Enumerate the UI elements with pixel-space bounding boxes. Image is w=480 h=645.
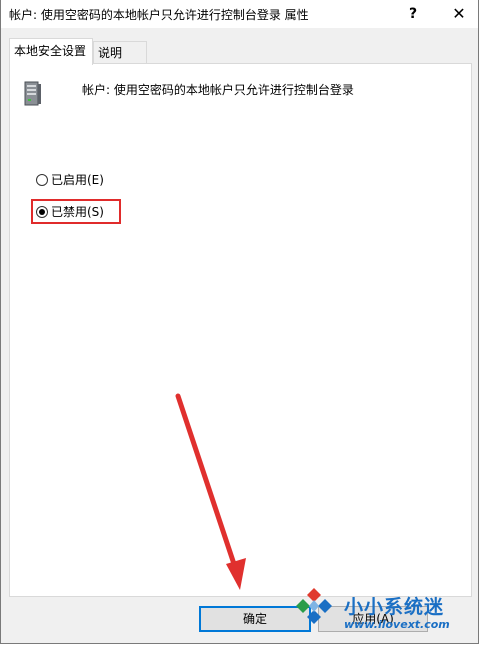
radio-enabled[interactable]: 已启用(E)	[36, 171, 104, 189]
properties-dialog: 帐户: 使用空密码的本地帐户只允许进行控制台登录 属性 ? ✕ 本地安全设置 说…	[0, 0, 479, 644]
watermark-url: www.ilovext.com	[344, 618, 450, 631]
tab-explain[interactable]: 说明	[93, 41, 147, 63]
radio-enabled-label: 已启用(E)	[51, 173, 104, 187]
radio-circle-enabled[interactable]	[36, 174, 48, 186]
title-bar[interactable]: 帐户: 使用空密码的本地帐户只允许进行控制台登录 属性 ? ✕	[1, 0, 478, 28]
diamond-logo-icon	[296, 588, 332, 624]
tab-local-security-setting[interactable]: 本地安全设置	[9, 38, 93, 65]
settings-panel: 帐户: 使用空密码的本地帐户只允许进行控制台登录	[9, 63, 472, 597]
server-policy-icon	[24, 81, 41, 106]
policy-description: 帐户: 使用空密码的本地帐户只允许进行控制台登录	[82, 83, 354, 97]
highlight-box	[31, 199, 121, 224]
close-button[interactable]: ✕	[439, 0, 479, 28]
watermark-name: 小小系统迷	[344, 596, 445, 618]
watermark-logo: 小小系统迷 www.ilovext.com	[282, 580, 478, 640]
help-button[interactable]: ?	[393, 0, 433, 28]
window-title: 帐户: 使用空密码的本地帐户只允许进行控制台登录 属性	[9, 8, 309, 22]
